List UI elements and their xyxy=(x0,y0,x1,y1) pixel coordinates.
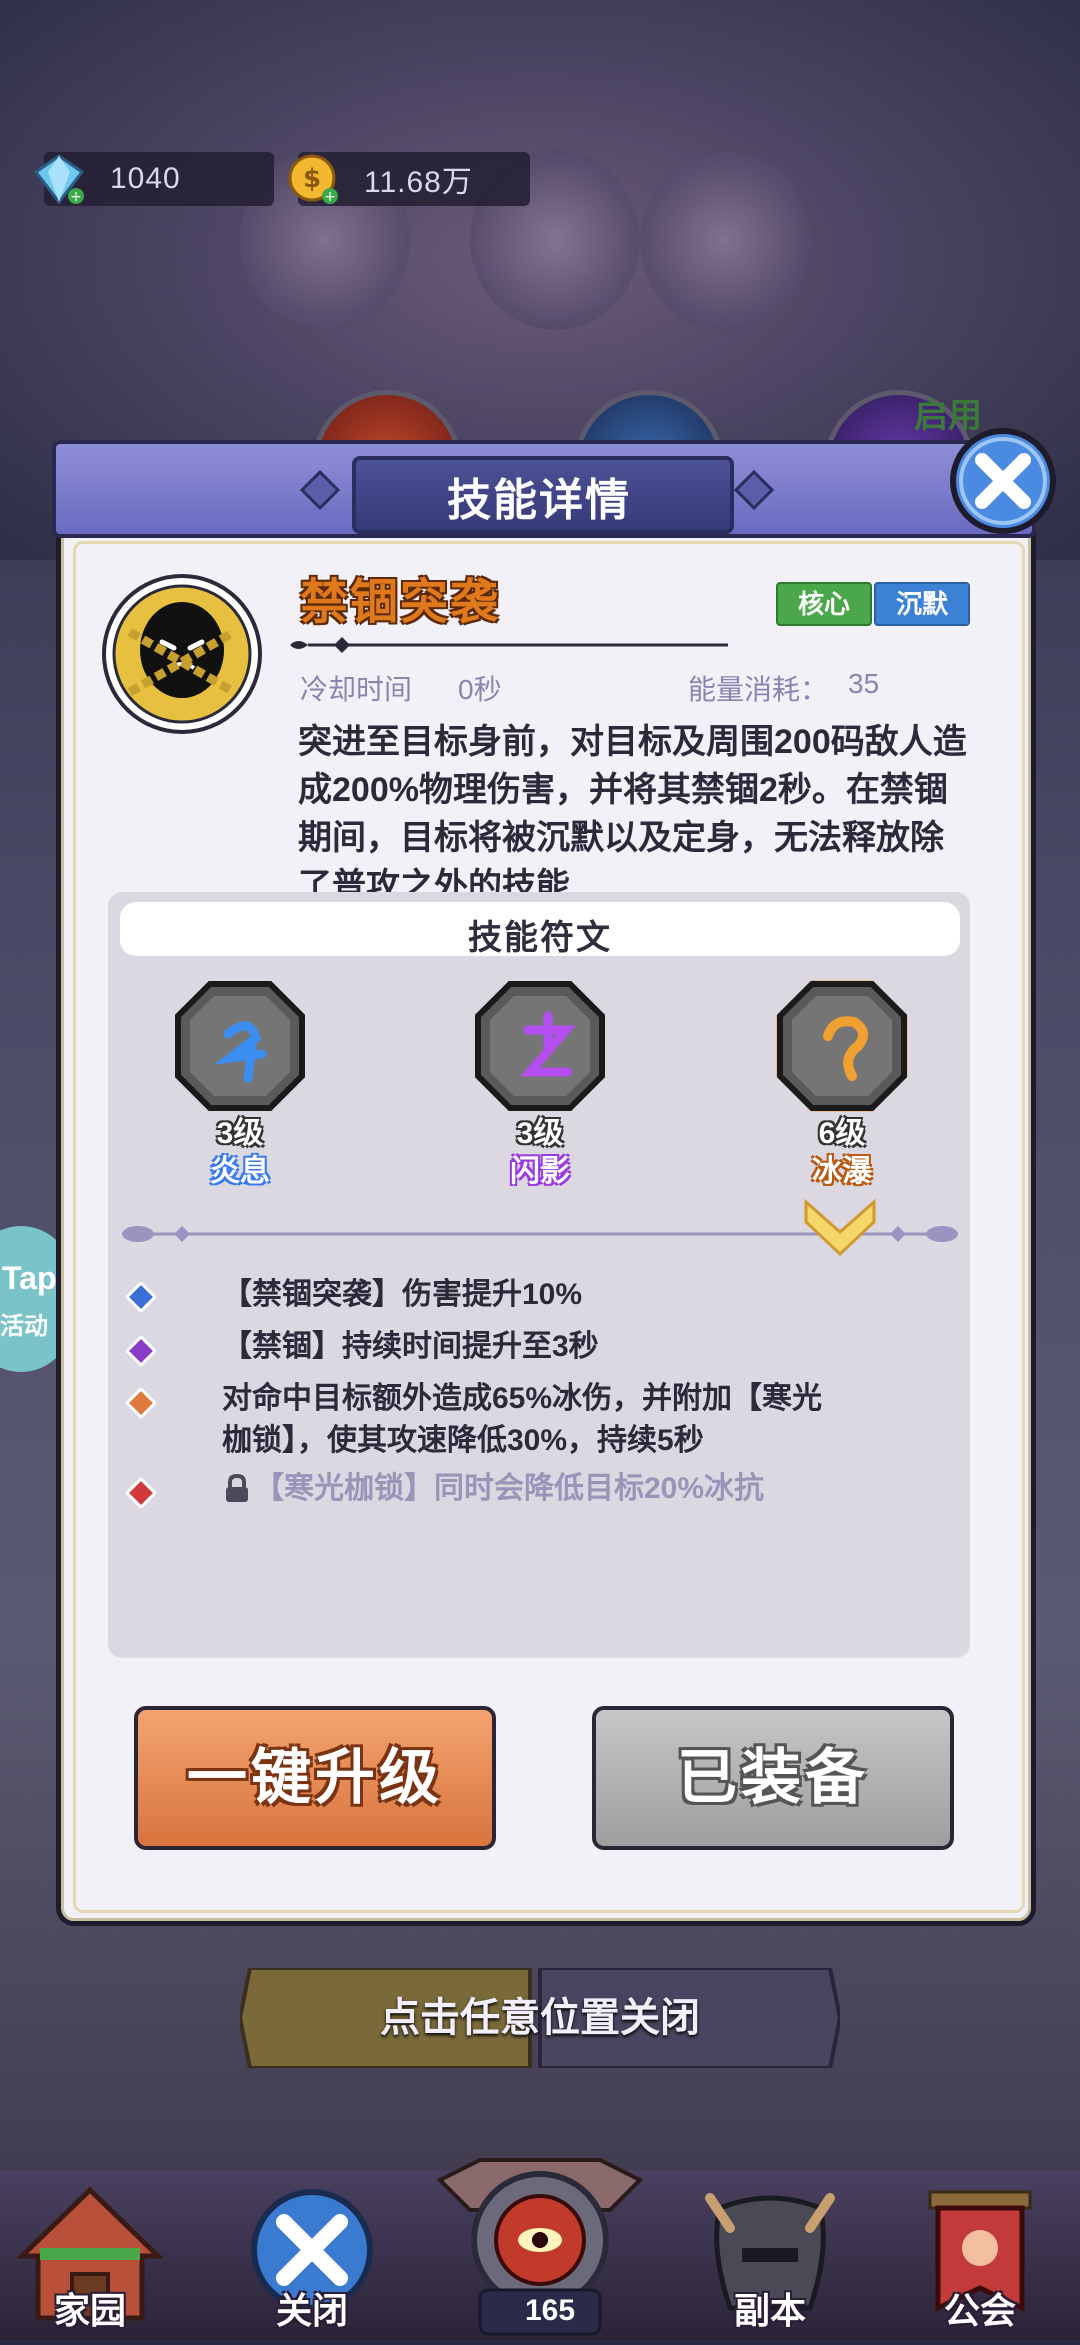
diamond-decoration-icon xyxy=(734,470,774,510)
tap-label: Tap xyxy=(2,1260,57,1296)
energy-label: 能量消耗： xyxy=(688,674,829,705)
rune-effect-2: 【禁锢】持续时间提升至3秒 xyxy=(222,1330,599,1363)
rune-name: 炎息 xyxy=(210,1155,270,1188)
svg-text:$: $ xyxy=(303,164,321,194)
skill-name: 禁锢突袭 xyxy=(300,576,501,629)
gem-counter[interactable]: + 1040 xyxy=(33,152,274,206)
nav-guild[interactable]: 公会 xyxy=(900,2178,1060,2340)
purple-gem-icon xyxy=(126,1336,156,1366)
orange-gem-icon xyxy=(126,1388,156,1418)
gem-count: 1040 xyxy=(110,162,181,195)
skill-description: 突进至目标身前，对目标及周围200码敌人造成200%物理伤害，并将其禁锢2秒。在… xyxy=(298,723,967,905)
tag-silence: 沉默 xyxy=(874,582,970,626)
rune-name: 冰瀑 xyxy=(812,1155,872,1188)
diamond-decoration-icon xyxy=(300,470,340,510)
svg-text:+: + xyxy=(324,189,336,205)
rune-effect-3-line2: 枷锁】，使其攻速降低30%，持续5秒 xyxy=(222,1424,704,1457)
nav-close[interactable]: 关闭 xyxy=(232,2178,392,2340)
nav-dungeon-label: 副本 xyxy=(733,2290,806,2331)
gold-count: 11.68万 xyxy=(364,166,473,199)
blue-gem-icon xyxy=(126,1282,156,1312)
equipped-button[interactable]: 已装备 xyxy=(592,1706,954,1850)
cooldown-value: 0秒 xyxy=(458,674,502,705)
cooldown-label: 冷却时间 xyxy=(300,674,413,705)
rune-effect-1: 【禁锢突袭】伤害提升10% xyxy=(222,1278,583,1311)
tag-core: 核心 xyxy=(776,582,872,626)
energy-value: 35 xyxy=(848,668,880,699)
nav-home[interactable]: 家园 xyxy=(10,2178,170,2340)
rune-stone-orange-icon[interactable] xyxy=(772,976,912,1116)
dialog-close-button[interactable] xyxy=(948,426,1058,536)
tap-to-close-hint: 点击任意位置关闭 xyxy=(380,1996,700,2040)
red-gem-icon xyxy=(126,1478,156,1508)
dialog-title: 技能详情 xyxy=(447,476,631,525)
one-click-upgrade-button[interactable]: 一键升级 xyxy=(134,1706,496,1850)
lock-icon xyxy=(226,1474,248,1502)
rune-panel-title: 技能符文 xyxy=(468,919,612,957)
player-level: 165 xyxy=(524,2294,576,2327)
gold-counter[interactable]: $ + 11.68万 xyxy=(288,152,530,206)
nav-home-label: 家园 xyxy=(53,2290,126,2331)
rune-effect-3-line1: 对命中目标额外造成65%冰伤，并附加【寒光 xyxy=(222,1382,823,1415)
rune-stone-purple-icon[interactable] xyxy=(470,976,610,1116)
skill-portrait-icon xyxy=(102,574,262,734)
tap-sub-label: 活动 xyxy=(0,1313,48,1340)
svg-text:+: + xyxy=(70,189,82,205)
chevron-down-icon xyxy=(804,1198,876,1257)
rune-effect-4-locked: 【寒光枷锁】同时会降低目标20%冰抗 xyxy=(254,1472,765,1505)
stained-glass-art xyxy=(640,150,810,330)
nav-close-label: 关闭 xyxy=(275,2290,348,2331)
rune-name: 闪影 xyxy=(510,1155,570,1188)
ornament-divider xyxy=(290,637,728,653)
rune-stone-blue-icon[interactable] xyxy=(170,976,310,1116)
diamond-icon: + xyxy=(33,154,85,205)
nav-dungeon[interactable]: 副本 xyxy=(690,2178,850,2340)
gold-coin-icon: $ + xyxy=(288,154,338,205)
nav-guild-label: 公会 xyxy=(943,2290,1016,2331)
